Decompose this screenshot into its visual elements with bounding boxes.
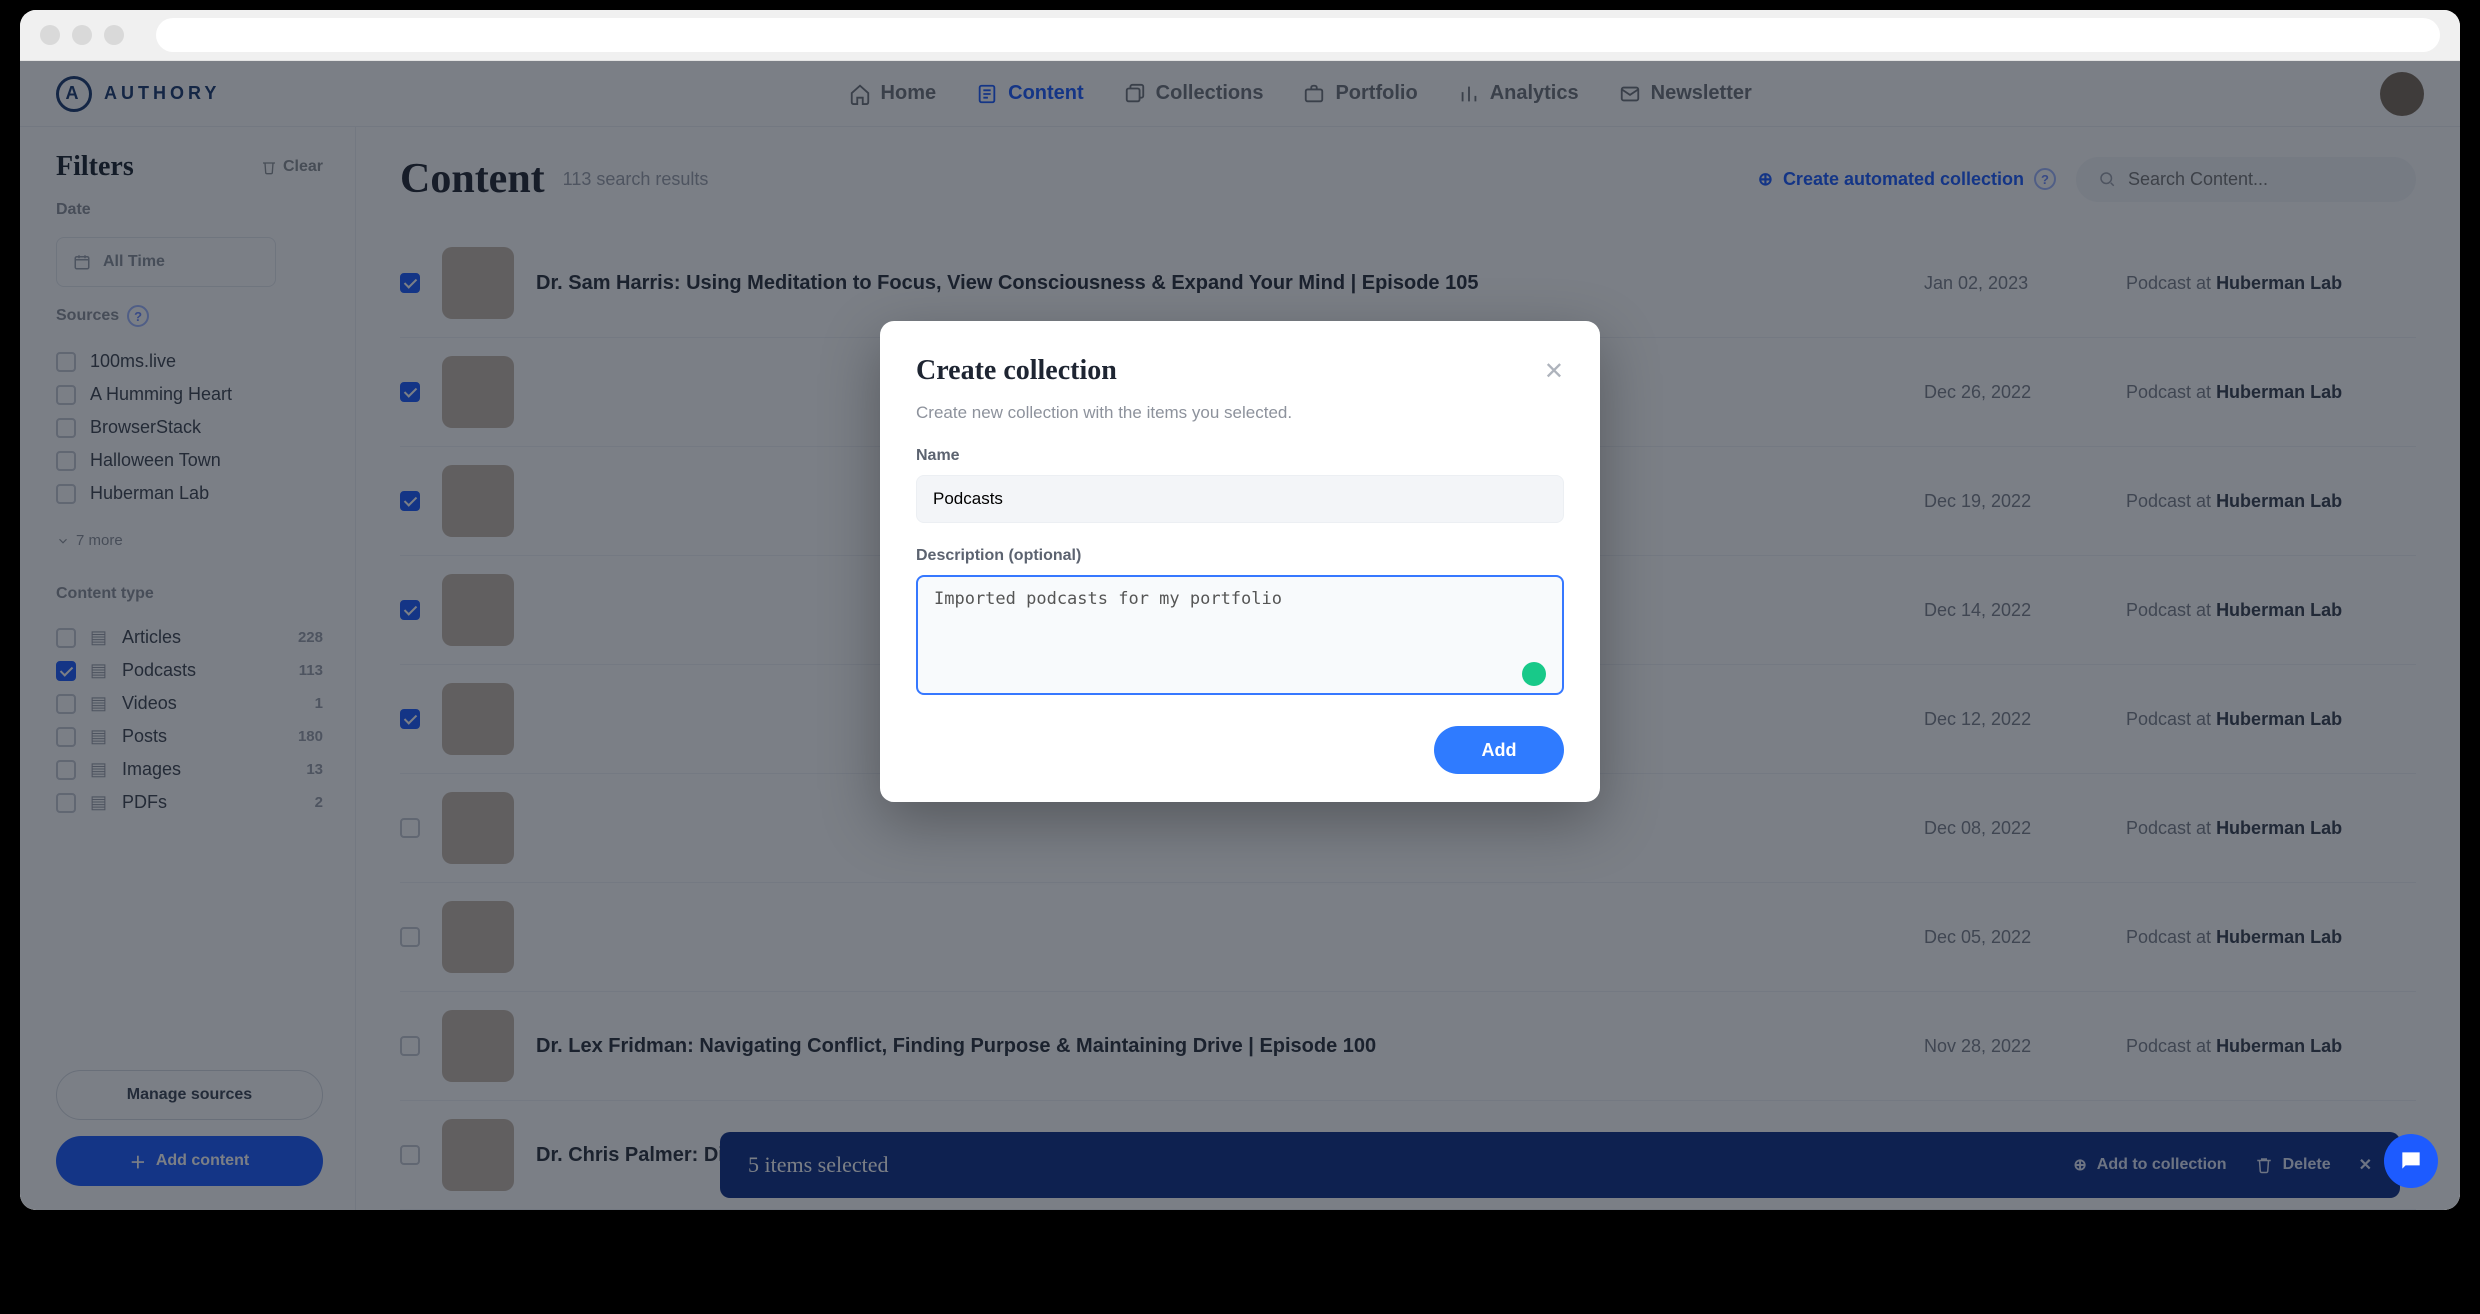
browser-topbar — [20, 10, 2460, 61]
collection-name-input[interactable] — [916, 475, 1564, 523]
browser-url-bar[interactable] — [156, 18, 2440, 52]
modal-subtitle: Create new collection with the items you… — [916, 403, 1564, 423]
browser-window: A AUTHORY Home Content Collections — [20, 10, 2460, 1210]
name-field-label: Name — [916, 447, 1564, 465]
close-icon: ✕ — [1544, 358, 1564, 385]
modal-backdrop[interactable]: Create collection ✕ Create new collectio… — [20, 61, 2460, 1210]
modal-close-button[interactable]: ✕ — [1544, 357, 1564, 386]
modal-submit-button[interactable]: Add — [1434, 726, 1564, 774]
grammarly-icon[interactable] — [1522, 662, 1546, 686]
desc-field-label: Description (optional) — [916, 547, 1564, 565]
traffic-light-min[interactable] — [72, 25, 92, 45]
traffic-light-close[interactable] — [40, 25, 60, 45]
traffic-light-max[interactable] — [104, 25, 124, 45]
collection-desc-input[interactable] — [916, 575, 1564, 695]
chat-icon — [2398, 1148, 2424, 1174]
create-collection-modal: Create collection ✕ Create new collectio… — [880, 321, 1600, 802]
modal-title: Create collection — [916, 355, 1117, 387]
chat-fab[interactable] — [2384, 1134, 2438, 1188]
app-shell: A AUTHORY Home Content Collections — [20, 61, 2460, 1210]
